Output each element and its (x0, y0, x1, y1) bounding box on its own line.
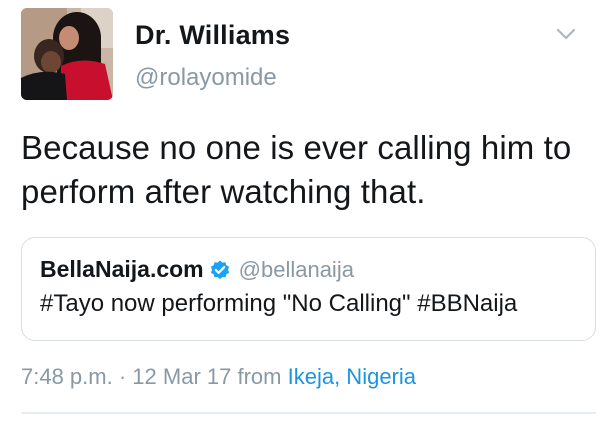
author-display-name[interactable]: Dr. Williams (135, 20, 290, 51)
meta-separator: · (118, 364, 127, 389)
tweet-text: Because no one is ever calling him to pe… (21, 129, 572, 210)
tweet-metadata: 7:48 p.m. · 12 Mar 17 from Ikeja, Nigeri… (21, 364, 416, 390)
divider (21, 412, 596, 414)
tweet-time[interactable]: 7:48 p.m. (21, 364, 113, 389)
tweet-location-link[interactable]: Ikeja, Nigeria (288, 364, 416, 389)
profile-photo-icon (21, 8, 113, 100)
author-handle[interactable]: @rolayomide (135, 64, 277, 92)
tweet-date[interactable]: 12 Mar 17 (132, 364, 231, 389)
quoted-tweet-header: BellaNaija.com @bellanaija (40, 256, 354, 283)
quoted-author-handle: @bellanaija (238, 256, 354, 282)
quoted-tweet-card[interactable]: BellaNaija.com @bellanaija #Tayo now per… (21, 237, 596, 341)
from-label: from (237, 364, 282, 389)
chevron-down-icon[interactable] (555, 26, 577, 42)
quoted-tweet-text: #Tayo now performing "No Calling" #BBNai… (40, 290, 518, 317)
verified-badge-icon (209, 259, 231, 281)
tweet-card: Dr. Williams @rolayomide Because no one … (0, 0, 616, 432)
quoted-author-display-name: BellaNaija.com (40, 256, 204, 282)
avatar[interactable] (21, 8, 113, 100)
